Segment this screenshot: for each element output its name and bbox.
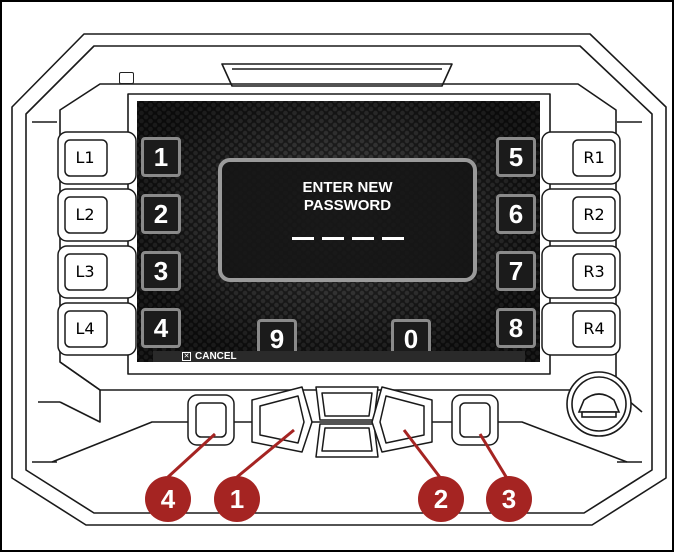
password-slot bbox=[321, 237, 344, 240]
callout-1: 1 bbox=[214, 476, 260, 522]
soft-key-r2[interactable]: R2 bbox=[571, 202, 617, 228]
screen-key-7[interactable]: 7 bbox=[496, 251, 536, 291]
password-slot bbox=[351, 237, 374, 240]
password-dialog: ENTER NEW PASSWORD bbox=[218, 158, 477, 282]
callout-3: 3 bbox=[486, 476, 532, 522]
screen-key-2[interactable]: 2 bbox=[141, 194, 181, 234]
cancel-label[interactable]: CANCEL bbox=[195, 351, 237, 362]
status-led bbox=[119, 72, 134, 84]
password-slots bbox=[222, 237, 473, 240]
screen-key-3[interactable]: 3 bbox=[141, 251, 181, 291]
x-box-icon: ✕ bbox=[182, 352, 191, 361]
display-screen: 1 2 3 4 5 6 7 8 9 0 ENTER NEW PASSWORD ✕… bbox=[137, 101, 540, 362]
password-slot bbox=[291, 237, 314, 240]
cancel-bar: ✕ CANCEL bbox=[153, 351, 525, 362]
soft-key-r3[interactable]: R3 bbox=[571, 259, 617, 285]
screen-key-1[interactable]: 1 bbox=[141, 137, 181, 177]
soft-key-l3[interactable]: L3 bbox=[62, 259, 108, 285]
screen-key-5[interactable]: 5 bbox=[496, 137, 536, 177]
dialog-title: ENTER NEW PASSWORD bbox=[302, 179, 393, 214]
screen-key-4[interactable]: 4 bbox=[141, 308, 181, 348]
password-slot bbox=[381, 237, 404, 240]
figure-frame: L1 L2 L3 L4 R1 R2 R3 R4 1 2 3 4 5 6 7 8 … bbox=[0, 0, 674, 552]
soft-key-l1[interactable]: L1 bbox=[62, 145, 108, 171]
soft-key-r4[interactable]: R4 bbox=[571, 316, 617, 342]
callout-4: 4 bbox=[145, 476, 191, 522]
soft-key-l4[interactable]: L4 bbox=[62, 316, 108, 342]
soft-key-l2[interactable]: L2 bbox=[62, 202, 108, 228]
soft-key-r1[interactable]: R1 bbox=[571, 145, 617, 171]
callout-2: 2 bbox=[418, 476, 464, 522]
screen-key-6[interactable]: 6 bbox=[496, 194, 536, 234]
screen-key-8[interactable]: 8 bbox=[496, 308, 536, 348]
